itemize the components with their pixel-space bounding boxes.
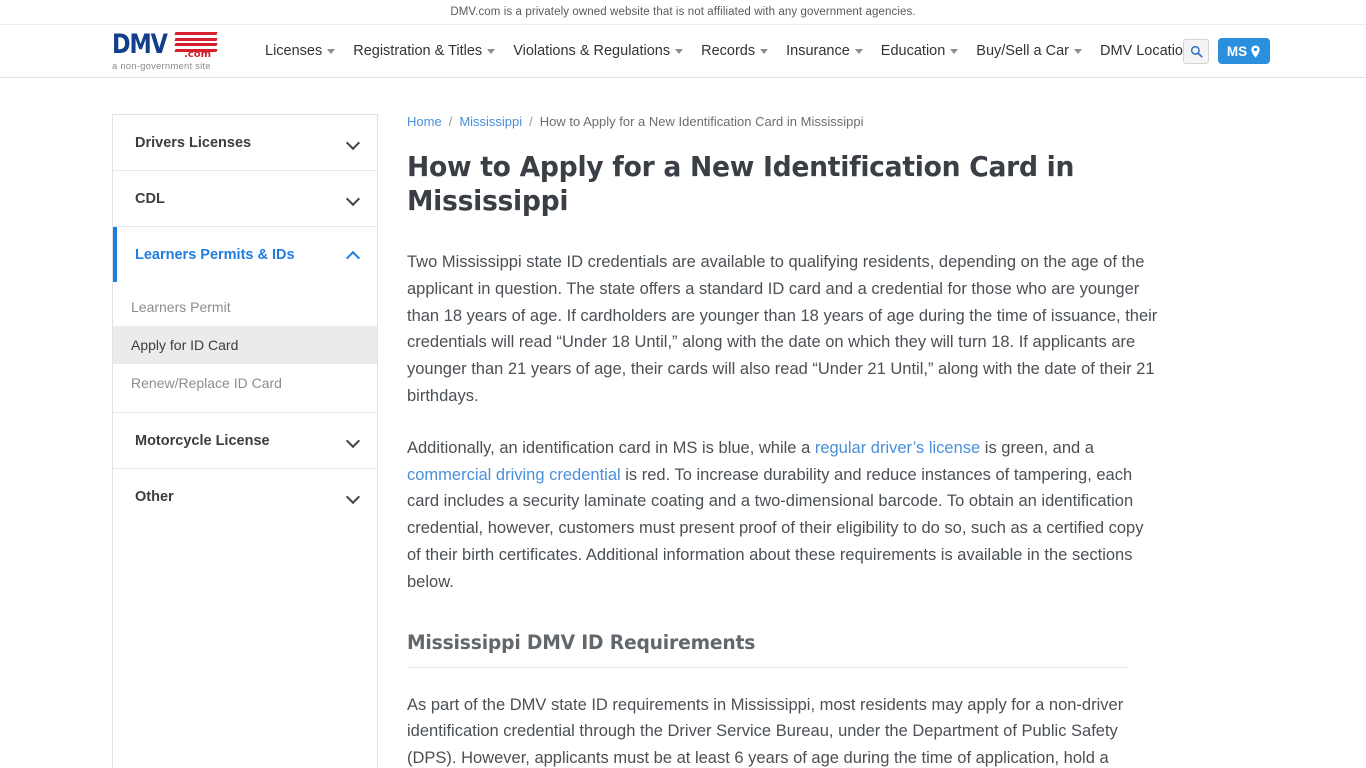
breadcrumb: Home / Mississippi / How to Apply for a … [407, 114, 1270, 129]
state-selector-label: MS [1226, 43, 1248, 59]
page-title: How to Apply for a New Identification Ca… [407, 150, 1075, 217]
sidebar-item-label: Other [135, 488, 174, 505]
logo-com-suffix: .com [184, 49, 212, 60]
sidebar-group-other: Other [113, 469, 377, 524]
nav-label: Insurance [786, 43, 850, 59]
sidebar-subitem-renew-replace-id-card[interactable]: Renew/Replace ID Card [113, 364, 377, 402]
paragraph-intro: Two Mississippi state ID credentials are… [407, 253, 1158, 405]
nav-label: Licenses [265, 43, 323, 59]
chevron-down-icon [327, 48, 336, 54]
sidebar-subitem-learners-permit[interactable]: Learners Permit [113, 288, 377, 326]
chevron-down-icon [347, 192, 360, 205]
chevron-down-icon [950, 48, 959, 54]
sidebar-item-cdl[interactable]: CDL [113, 171, 377, 226]
sidebar-item-drivers-licenses[interactable]: Drivers Licenses [113, 115, 377, 170]
nav-item-licenses[interactable]: Licenses [256, 25, 344, 77]
nav-item-education[interactable]: Education [872, 25, 968, 77]
nav-item-violations-regulations[interactable]: Violations & Regulations [504, 25, 692, 77]
sidebar-group-learners-permits-ids: Learners Permits & IDs Learners Permit A… [113, 227, 377, 413]
sidebar-item-label: CDL [135, 190, 165, 207]
disclaimer-text: DMV.com is a privately owned website tha… [450, 6, 916, 18]
sidebar-group-drivers-licenses: Drivers Licenses [113, 115, 377, 171]
paragraph-text-segment: Additionally, an identification card in … [407, 438, 815, 457]
sidebar-subitem-apply-for-id-card[interactable]: Apply for ID Card [113, 326, 377, 364]
sidebar-item-motorcycle-license[interactable]: Motorcycle License [113, 413, 377, 468]
breadcrumb-separator: / [529, 114, 533, 129]
state-selector-button[interactable]: MS [1218, 38, 1270, 64]
sidebar-item-other[interactable]: Other [113, 469, 377, 524]
chevron-up-icon [347, 248, 360, 261]
nav-label: Education [880, 43, 946, 59]
sidebar-navigation: Drivers Licenses CDL Learners Permits & … [112, 114, 378, 768]
page-body: Drivers Licenses CDL Learners Permits & … [0, 78, 1366, 768]
sidebar-submenu: Learners Permit Apply for ID Card Renew/… [113, 282, 377, 412]
chevron-down-icon [675, 48, 684, 54]
breadcrumb-current: How to Apply for a New Identification Ca… [539, 114, 864, 129]
breadcrumb-separator: / [448, 114, 453, 129]
nav-item-records[interactable]: Records [692, 25, 777, 77]
sidebar-group-cdl: CDL [113, 171, 377, 227]
sidebar-item-label: Learners Permits & IDs [135, 246, 295, 263]
chevron-down-icon [760, 48, 769, 54]
paragraph-text-segment: is green, and a [980, 438, 1094, 457]
map-pin-icon [1251, 45, 1260, 58]
chevron-down-icon [487, 48, 496, 54]
sidebar-item-label: Drivers Licenses [135, 134, 252, 151]
main-content: Home / Mississippi / How to Apply for a … [378, 114, 1270, 768]
nav-item-insurance[interactable]: Insurance [777, 25, 872, 77]
main-navigation: Licenses Registration & Titles Violation… [256, 25, 1207, 77]
disclaimer-bar: DMV.com is a privately owned website tha… [0, 0, 1366, 25]
paragraph-text-segment: is red. To increase durability and reduc… [407, 465, 1144, 591]
sidebar-group-motorcycle-license: Motorcycle License [113, 413, 377, 469]
paragraph-card-colors: Additionally, an identification card in … [407, 435, 1159, 596]
link-regular-drivers-license[interactable]: regular driver’s license [815, 439, 980, 457]
site-header: DMV .com a non-government site Licenses … [0, 25, 1366, 78]
nav-item-registration-titles[interactable]: Registration & Titles [344, 25, 504, 77]
logo-tagline: a non-government site [112, 61, 211, 72]
chevron-down-icon [347, 490, 360, 503]
dmv-logo[interactable]: DMV .com a non-government site [112, 30, 218, 72]
logo-wordmark: DMV [112, 29, 168, 60]
chevron-down-icon [347, 434, 360, 447]
section-heading-id-requirements: Mississippi DMV ID Requirements [407, 631, 1129, 668]
nav-label: Violations & Regulations [513, 43, 671, 59]
chevron-down-icon [1073, 48, 1082, 54]
nav-label: Buy/Sell a Car [976, 43, 1069, 59]
nav-label: Records [701, 43, 756, 59]
sidebar-item-learners-permits-ids[interactable]: Learners Permits & IDs [113, 227, 377, 282]
paragraph-id-requirements: As part of the DMV state ID requirements… [407, 695, 1124, 768]
breadcrumb-link-mississippi[interactable]: Mississippi [459, 114, 522, 129]
search-icon [1190, 45, 1203, 58]
header-actions: MS [1183, 25, 1270, 77]
chevron-down-icon [347, 136, 360, 149]
nav-label: Registration & Titles [353, 43, 483, 59]
search-button[interactable] [1183, 38, 1209, 64]
breadcrumb-link-home[interactable]: Home [407, 114, 442, 129]
link-commercial-driving-credential[interactable]: commercial driving credential [407, 466, 621, 484]
chevron-down-icon [854, 48, 863, 54]
sidebar-item-label: Motorcycle License [135, 432, 270, 449]
nav-item-buy-sell-a-car[interactable]: Buy/Sell a Car [967, 25, 1091, 77]
